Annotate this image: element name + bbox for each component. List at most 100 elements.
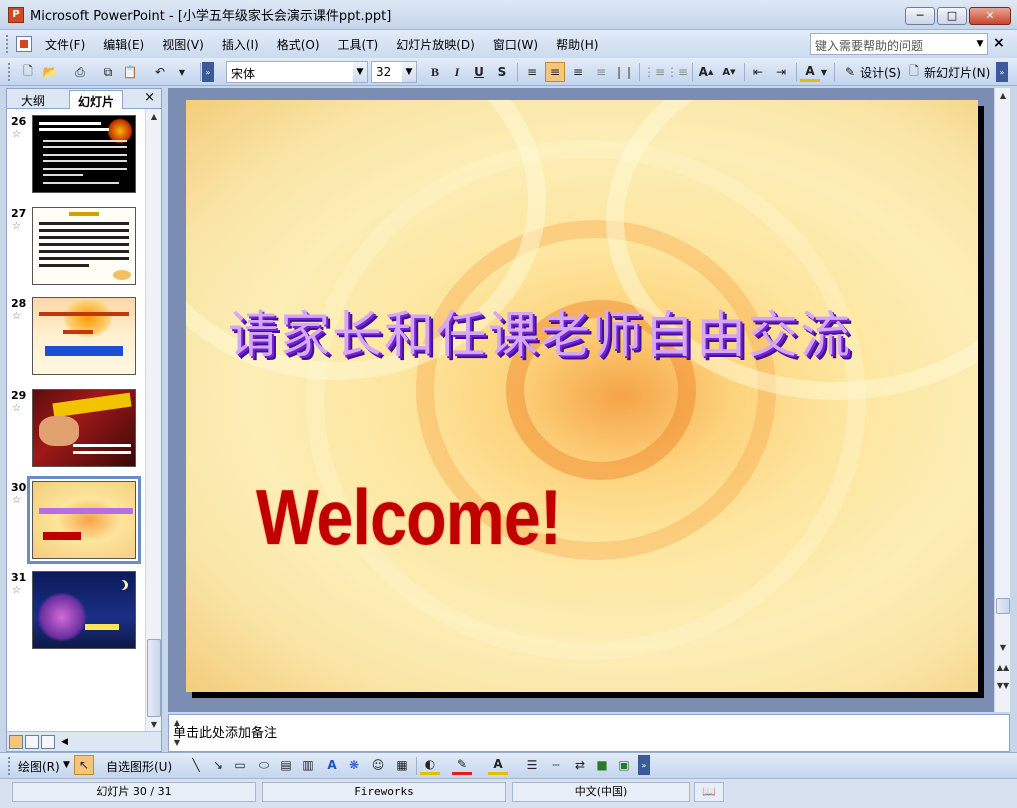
oval-icon[interactable]: ⬭ bbox=[254, 755, 274, 775]
chevron-down-icon[interactable]: ▼ bbox=[818, 62, 830, 82]
slide-thumbnail-27[interactable]: 27 ☆ bbox=[7, 207, 147, 293]
scroll-down-icon[interactable]: ▼ bbox=[169, 735, 185, 751]
underline-icon[interactable]: U bbox=[469, 62, 489, 82]
spelling-check-icon[interactable]: 📖 bbox=[694, 782, 724, 802]
align-left-icon[interactable]: ≡ bbox=[522, 62, 542, 82]
picture-icon[interactable]: ▦ bbox=[392, 755, 412, 775]
chevron-down-icon[interactable]: ▼ bbox=[973, 34, 987, 54]
line-icon[interactable]: ╲ bbox=[186, 755, 206, 775]
help-search-input[interactable]: 键入需要帮助的问题 ▼ bbox=[810, 33, 988, 55]
toolbar-grip[interactable] bbox=[8, 757, 12, 775]
textbox-icon[interactable]: ▤ bbox=[276, 755, 296, 775]
increase-indent-icon[interactable]: ⇥ bbox=[771, 62, 791, 82]
close-document-icon[interactable]: × bbox=[993, 35, 1005, 51]
scroll-down-icon[interactable]: ▼ bbox=[995, 640, 1011, 656]
increase-font-icon[interactable]: A ▲ bbox=[696, 62, 716, 82]
slide-thumbnail-26[interactable]: 26 ☆ bbox=[7, 115, 147, 201]
new-slide-icon[interactable]: 🗋 bbox=[904, 62, 924, 82]
decrease-font-icon[interactable]: A ▼ bbox=[719, 62, 739, 82]
chevron-down-icon[interactable]: ▼ bbox=[353, 62, 367, 82]
scroll-up-icon[interactable]: ▲ bbox=[169, 715, 185, 731]
menu-edit[interactable]: 编辑(E) bbox=[94, 33, 153, 56]
menu-insert[interactable]: 插入(I) bbox=[213, 33, 268, 56]
distribute-icon[interactable]: ❙❙ bbox=[614, 62, 634, 82]
fill-color-icon[interactable]: ◐ bbox=[420, 755, 440, 775]
maximize-button[interactable]: □ bbox=[937, 7, 967, 25]
powerpoint-app-icon[interactable]: P bbox=[8, 6, 24, 23]
chevron-down-icon[interactable]: ▼ bbox=[402, 62, 416, 82]
numbering-icon[interactable]: ⋮≡ bbox=[643, 62, 665, 82]
tab-slides[interactable]: 幻灯片 bbox=[69, 90, 124, 109]
font-color-icon[interactable]: A bbox=[800, 62, 820, 82]
autoshapes-button[interactable]: 自选图形(U) bbox=[106, 758, 172, 775]
normal-view-icon[interactable] bbox=[9, 734, 23, 749]
toolbar-overflow-icon[interactable]: » bbox=[202, 62, 214, 82]
draw-menu-button[interactable]: 绘图(R) bbox=[18, 758, 60, 775]
menu-help[interactable]: 帮助(H) bbox=[547, 33, 607, 56]
design-button[interactable]: 设计(S) bbox=[860, 64, 901, 81]
font-size-select[interactable]: 32 ▼ bbox=[371, 61, 417, 83]
new-slide-button[interactable]: 新幻灯片(N) bbox=[924, 64, 990, 81]
menu-file[interactable]: 文件(F) bbox=[36, 33, 94, 56]
new-file-icon[interactable]: 🗋 bbox=[18, 62, 38, 82]
toolbar-grip[interactable] bbox=[8, 63, 12, 81]
text-shadow-icon[interactable]: S bbox=[492, 62, 512, 82]
scrollbar-thumb[interactable] bbox=[996, 598, 1010, 614]
design-icon[interactable]: ✎ bbox=[840, 62, 860, 82]
font-color-icon[interactable]: A bbox=[488, 755, 508, 775]
3d-style-icon[interactable]: ▣ bbox=[614, 755, 634, 775]
decrease-indent-icon[interactable]: ⇤ bbox=[748, 62, 768, 82]
document-menu-icon[interactable] bbox=[16, 36, 32, 52]
minimize-button[interactable]: ─ bbox=[905, 7, 935, 25]
undo-icon[interactable]: ↶ bbox=[150, 62, 170, 82]
dash-style-icon[interactable]: ┄ bbox=[546, 755, 566, 775]
slide-welcome-text[interactable]: Welcome! bbox=[256, 472, 562, 563]
menu-window[interactable]: 窗口(W) bbox=[484, 33, 547, 56]
chevron-down-icon[interactable]: ▼ bbox=[63, 760, 70, 770]
next-slide-icon[interactable]: ▼▼ bbox=[995, 678, 1011, 694]
bold-icon[interactable]: B bbox=[425, 62, 445, 82]
select-pointer-icon[interactable]: ↖ bbox=[74, 755, 94, 775]
tab-outline[interactable]: 大纲 bbox=[13, 90, 53, 109]
line-style-icon[interactable]: ☰ bbox=[522, 755, 542, 775]
slide-thumbnail-30[interactable]: 30 ☆ bbox=[7, 476, 147, 567]
thumbnails-scrollbar[interactable]: ▲ ▼ bbox=[145, 109, 161, 733]
align-center-icon[interactable]: ≡ bbox=[545, 62, 565, 82]
current-slide[interactable]: 请家长和任课老师自由交流 Welcome! bbox=[186, 100, 978, 692]
scroll-up-icon[interactable]: ▲ bbox=[146, 109, 162, 125]
slide-sorter-icon[interactable] bbox=[25, 734, 39, 749]
menu-slideshow[interactable]: 幻灯片放映(D) bbox=[387, 33, 484, 56]
menu-view[interactable]: 视图(V) bbox=[153, 33, 213, 56]
print-icon[interactable]: ⎙ bbox=[70, 62, 90, 82]
open-file-icon[interactable]: 📂 bbox=[40, 62, 60, 82]
vertical-textbox-icon[interactable]: ▥ bbox=[298, 755, 318, 775]
slide-scrollbar[interactable]: ▲ ▼ ▲▲ ▼▼ bbox=[994, 88, 1010, 712]
slideshow-view-icon[interactable] bbox=[41, 734, 55, 749]
close-window-button[interactable]: ✕ bbox=[969, 7, 1011, 25]
toolbar-overflow-icon[interactable]: » bbox=[638, 755, 650, 775]
arrow-icon[interactable]: ↘ bbox=[208, 755, 228, 775]
italic-icon[interactable]: I bbox=[447, 62, 467, 82]
chevron-down-icon[interactable]: ▼ bbox=[172, 62, 192, 82]
toolbar-overflow-icon[interactable]: » bbox=[996, 62, 1008, 82]
slide-thumbnail-29[interactable]: 29 ☆ bbox=[7, 389, 147, 475]
rectangle-icon[interactable]: ▭ bbox=[230, 755, 250, 775]
justify-icon[interactable]: ≡ bbox=[591, 62, 611, 82]
font-name-select[interactable]: 宋体 ▼ bbox=[226, 61, 368, 83]
slide-thumbnail-28[interactable]: 28 ☆ bbox=[7, 297, 147, 383]
scroll-up-icon[interactable]: ▲ bbox=[995, 88, 1011, 104]
close-icon[interactable]: × bbox=[144, 90, 155, 105]
scroll-left-icon[interactable]: ◀ bbox=[61, 737, 68, 747]
notes-placeholder[interactable]: 单击此处添加备注 bbox=[173, 722, 277, 741]
previous-slide-icon[interactable]: ▲▲ bbox=[995, 660, 1011, 676]
menu-format[interactable]: 格式(O) bbox=[268, 33, 329, 56]
menu-tools[interactable]: 工具(T) bbox=[329, 33, 388, 56]
notes-pane[interactable]: 单击此处添加备注 ▲ ▼ bbox=[168, 714, 1010, 752]
scrollbar-thumb[interactable] bbox=[147, 639, 161, 717]
align-right-icon[interactable]: ≡ bbox=[568, 62, 588, 82]
toolbar-grip[interactable] bbox=[6, 35, 10, 53]
line-color-icon[interactable]: ✎ bbox=[452, 755, 472, 775]
paste-icon[interactable]: 📋 bbox=[120, 62, 140, 82]
copy-icon[interactable]: ⧉ bbox=[98, 62, 118, 82]
shadow-style-icon[interactable]: ■ bbox=[592, 755, 612, 775]
